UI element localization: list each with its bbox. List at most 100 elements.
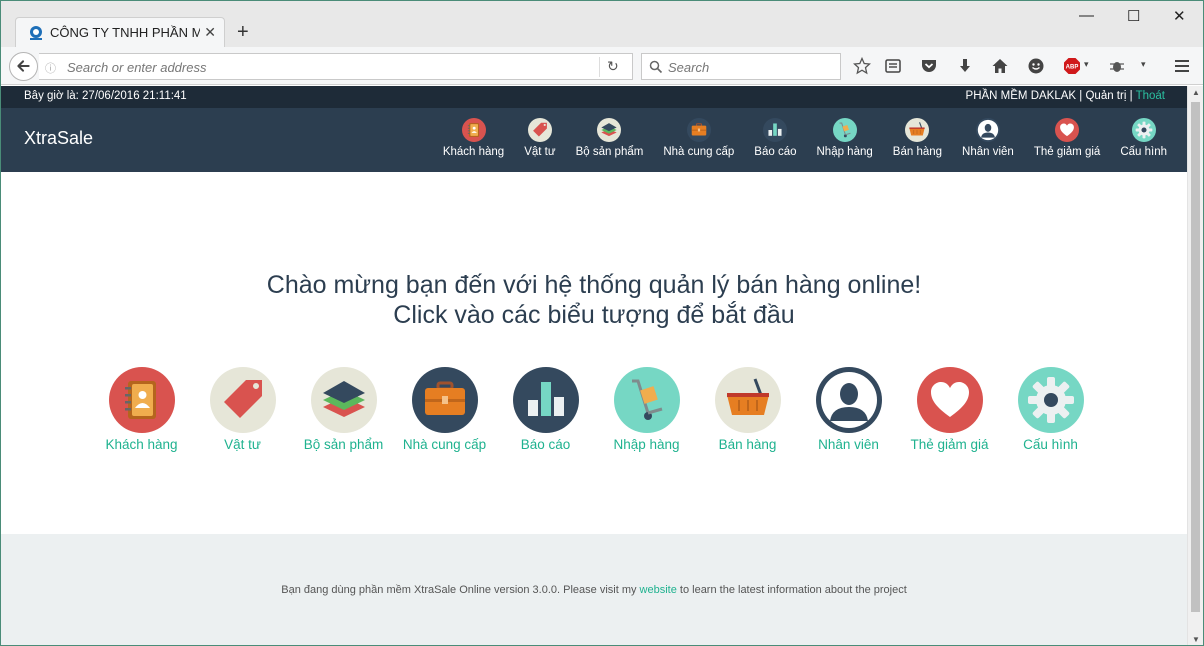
- menu-label: Bộ sản phẩm: [575, 146, 644, 158]
- shortcut-label: Khách hàng: [105, 437, 178, 452]
- shortcut-ban-hang[interactable]: Bán hàng: [697, 367, 798, 452]
- address-bar[interactable]: ⓘ Search or enter address ↻: [39, 53, 633, 80]
- reader-list-icon[interactable]: [884, 57, 902, 75]
- chevron-down-icon[interactable]: ▾: [1084, 59, 1089, 70]
- welcome-message: Chào mừng bạn đến với hệ thống quản lý b…: [1, 270, 1187, 330]
- shortcut-bo-san-pham[interactable]: Bộ sản phẩm: [293, 367, 394, 452]
- minimize-icon[interactable]: —: [1079, 7, 1094, 24]
- shortcut-label: Bán hàng: [718, 437, 777, 452]
- info-icon[interactable]: ⓘ: [45, 60, 56, 76]
- menu-item-nha-cung-cap[interactable]: Nhà cung cấp: [663, 118, 734, 158]
- search-box[interactable]: Search: [641, 53, 841, 80]
- menu-item-bo-san-pham[interactable]: Bộ sản phẩm: [575, 118, 644, 158]
- window-close-icon[interactable]: ✕: [1173, 7, 1186, 25]
- menu-item-nhap-hang[interactable]: Nhập hàng: [817, 118, 873, 158]
- address-input[interactable]: Search or enter address: [67, 60, 206, 75]
- shortcut-label: Bộ sản phẩm: [303, 437, 384, 452]
- footer-text-after: to learn the latest information about th…: [676, 584, 907, 596]
- briefcase-icon: [411, 367, 478, 433]
- gear-icon: [1017, 367, 1084, 433]
- maximize-icon[interactable]: ☐: [1127, 7, 1140, 25]
- menu-label: Khách hàng: [442, 146, 505, 158]
- reload-icon[interactable]: ↻: [607, 58, 619, 75]
- menu-item-the-giam-gia[interactable]: Thẻ giảm giá: [1034, 118, 1100, 158]
- menu-item-nhan-vien[interactable]: Nhân viên: [962, 118, 1014, 158]
- contacts-book-icon: [108, 367, 175, 433]
- gear-icon: [1131, 118, 1156, 142]
- layers-icon: [597, 118, 622, 142]
- link-separator: |: [1126, 90, 1136, 102]
- menu-item-cau-hinh[interactable]: Cấu hình: [1120, 118, 1167, 158]
- home-icon[interactable]: [991, 57, 1009, 75]
- hand-truck-icon: [832, 118, 857, 142]
- vertical-scrollbar[interactable]: ▲ ▼: [1187, 86, 1203, 645]
- shortcut-nhan-vien[interactable]: Nhân viên: [798, 367, 899, 452]
- main-content: Chào mừng bạn đến với hệ thống quản lý b…: [1, 172, 1187, 534]
- shortcut-cau-hinh[interactable]: Cấu hình: [1000, 367, 1101, 452]
- svg-text:ABP: ABP: [1066, 65, 1079, 71]
- smiley-icon[interactable]: [1027, 57, 1045, 75]
- divider: [599, 57, 600, 77]
- welcome-line-2: Click vào các biểu tượng để bắt đầu: [393, 301, 795, 329]
- back-button[interactable]: [9, 52, 38, 81]
- new-tab-icon[interactable]: +: [237, 21, 249, 44]
- scroll-down-icon[interactable]: ▼: [1192, 635, 1200, 644]
- download-icon[interactable]: [956, 57, 974, 75]
- shortcut-label: Báo cáo: [520, 437, 571, 452]
- search-icon: [649, 60, 663, 74]
- hamburger-menu-icon[interactable]: [1173, 57, 1191, 75]
- shortcut-bao-cao[interactable]: Báo cáo: [495, 367, 596, 452]
- briefcase-icon: [686, 118, 711, 142]
- chevron-down-icon[interactable]: ▾: [1141, 59, 1146, 70]
- back-arrow-icon: [17, 60, 30, 72]
- site-favicon-icon: [30, 26, 42, 40]
- menu-item-khach-hang[interactable]: Khách hàng: [443, 118, 504, 158]
- menu-item-bao-cao[interactable]: Báo cáo: [754, 118, 797, 158]
- search-input[interactable]: Search: [668, 60, 709, 75]
- shortcut-label: Vật tư: [224, 437, 261, 452]
- menu-item-vat-tu[interactable]: Vật tư: [524, 118, 556, 158]
- brand-logo-text[interactable]: XtraSale: [24, 128, 93, 149]
- bar-chart-icon: [763, 118, 788, 142]
- user-icon: [975, 118, 1000, 142]
- shortcut-khach-hang[interactable]: Khách hàng: [91, 367, 192, 452]
- shortcut-vat-tu[interactable]: Vật tư: [192, 367, 293, 452]
- main-menu: Khách hàng Vật tư Bộ sản phẩm Nhà cung c…: [423, 118, 1167, 158]
- browser-toolbar: ⓘ Search or enter address ↻ Search ABP ▾…: [1, 47, 1203, 85]
- tab-strip: CÔNG TY TNHH PHẦN M... ✕ + — ☐ ✕: [1, 1, 1203, 47]
- scroll-up-icon[interactable]: ▲: [1192, 88, 1200, 97]
- menu-label: Nhân viên: [962, 146, 1014, 158]
- user-icon: [815, 367, 882, 433]
- menu-label: Bán hàng: [892, 146, 943, 158]
- logout-link[interactable]: Thoát: [1136, 90, 1165, 102]
- bookmark-star-icon[interactable]: [853, 57, 871, 75]
- company-name: PHẦN MỀM DAKLAK: [965, 90, 1077, 102]
- menu-label: Nhập hàng: [816, 146, 873, 158]
- welcome-line-1: Chào mừng bạn đến với hệ thống quản lý b…: [266, 271, 922, 299]
- basket-icon: [714, 367, 781, 433]
- top-info-bar: Bây giờ là: 27/06/2016 21:11:41 PHẦN MỀM…: [1, 86, 1187, 108]
- menu-item-ban-hang[interactable]: Bán hàng: [893, 118, 942, 158]
- footer-text: Bạn đang dùng phần mềm XtraSale Online v…: [1, 584, 1187, 596]
- menu-label: Nhà cung cấp: [663, 146, 735, 158]
- tab-close-icon[interactable]: ✕: [204, 24, 216, 41]
- hand-truck-icon: [613, 367, 680, 433]
- shortcut-label: Nhân viên: [818, 437, 879, 452]
- basket-icon: [905, 118, 930, 142]
- pocket-icon[interactable]: [920, 57, 938, 75]
- adblock-icon[interactable]: ABP: [1063, 57, 1081, 75]
- website-link[interactable]: website: [640, 584, 677, 596]
- shortcut-nha-cung-cap[interactable]: Nhà cung cấp: [394, 367, 495, 452]
- shortcut-nhap-hang[interactable]: Nhập hàng: [596, 367, 697, 452]
- shortcut-the-giam-gia[interactable]: Thẻ giảm giá: [899, 367, 1000, 452]
- user-links: PHẦN MỀM DAKLAK | Quản trị | Thoát: [966, 90, 1165, 102]
- layers-icon: [310, 367, 377, 433]
- browser-tab[interactable]: CÔNG TY TNHH PHẦN M... ✕: [15, 17, 225, 47]
- admin-link[interactable]: Quản trị: [1085, 90, 1126, 102]
- shortcut-label: Cấu hình: [1023, 437, 1078, 452]
- page-content: Bây giờ là: 27/06/2016 21:11:41 PHẦN MỀM…: [1, 86, 1187, 645]
- menu-label: Thẻ giảm giá: [1033, 146, 1101, 158]
- scroll-thumb[interactable]: [1191, 102, 1200, 612]
- heart-icon: [1055, 118, 1080, 142]
- bug-icon[interactable]: [1108, 57, 1126, 75]
